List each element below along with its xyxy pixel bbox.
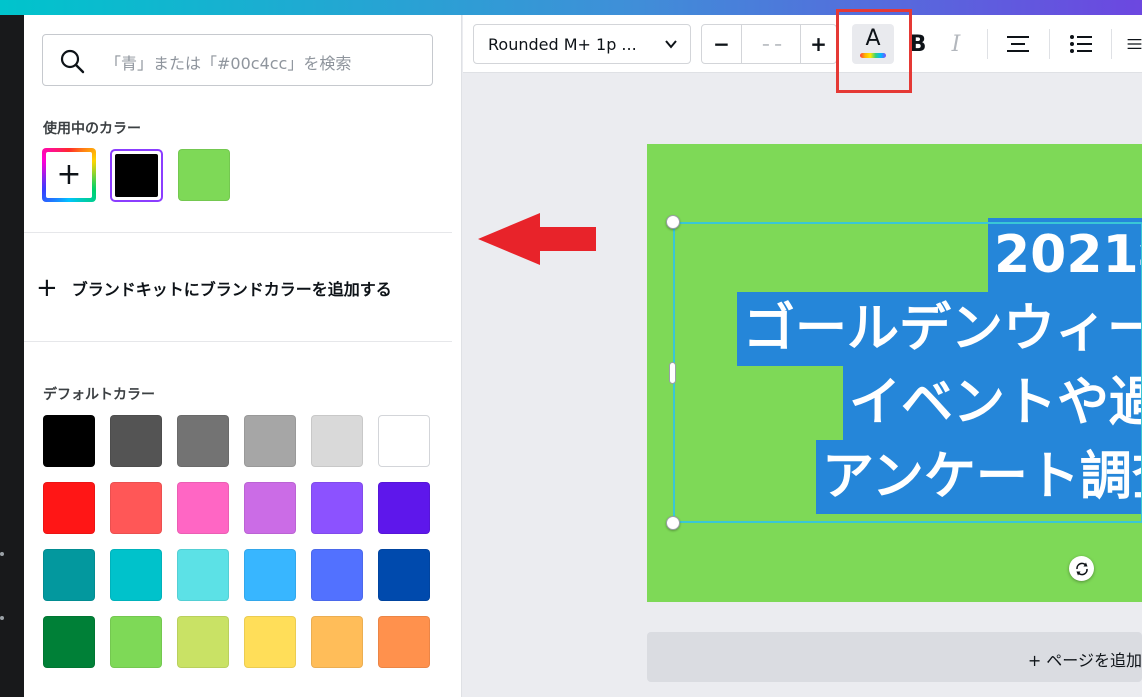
align-center-icon (1007, 36, 1029, 52)
bullet-list-icon (1070, 35, 1092, 53)
divider (24, 341, 452, 342)
rotate-icon (1075, 562, 1088, 575)
divider (24, 232, 452, 233)
add-color-button[interactable]: + (42, 148, 96, 202)
default-color-swatch[interactable] (177, 616, 229, 668)
plus-icon: + (46, 152, 92, 198)
add-brand-color-button[interactable]: + ブランドキットにブランドカラーを追加する (36, 273, 392, 303)
default-colors-label: デフォルトカラー (43, 387, 155, 403)
resize-handle-top-left[interactable] (666, 215, 680, 229)
left-nav-strip (0, 15, 24, 697)
nav-indicator (0, 552, 4, 556)
resize-handle-bottom-left[interactable] (666, 516, 680, 530)
default-color-swatch[interactable] (311, 415, 363, 467)
text-color-callout-box (836, 9, 912, 93)
text-toolbar: Rounded M+ 1p ... − – – + A B I (463, 15, 1142, 73)
in-use-colors-label: 使用中のカラー (43, 121, 141, 137)
more-options-button[interactable] (1127, 24, 1142, 64)
default-color-swatch[interactable] (110, 616, 162, 668)
font-size-value[interactable]: – – (742, 25, 802, 63)
font-name: Rounded M+ 1p ... (488, 35, 637, 54)
chevron-down-icon (665, 40, 677, 49)
increase-size-button[interactable]: + (800, 25, 836, 63)
default-color-swatch[interactable] (43, 616, 95, 668)
color-panel: 「青」または「#00c4cc」を検索 使用中のカラー + + ブランドキットにブ… (24, 15, 462, 697)
color-search-input[interactable]: 「青」または「#00c4cc」を検索 (42, 34, 433, 86)
default-color-swatch[interactable] (378, 482, 430, 534)
default-color-swatch[interactable] (177, 549, 229, 601)
top-gradient-bar (0, 0, 1142, 15)
default-color-swatch[interactable] (177, 415, 229, 467)
italic-button[interactable]: I (941, 24, 971, 64)
font-size-stepper: − – – + (701, 24, 837, 64)
text-selection-box[interactable] (673, 222, 1142, 523)
default-color-swatch[interactable] (110, 482, 162, 534)
add-page-label: + ページを追加 (1027, 651, 1142, 670)
red-arrow-icon (478, 213, 596, 265)
separator (987, 29, 988, 59)
swatch-fill (115, 154, 158, 197)
default-color-swatch[interactable] (177, 482, 229, 534)
align-center-button[interactable] (1003, 24, 1033, 64)
add-brand-color-label: ブランドキットにブランドカラーを追加する (71, 280, 392, 299)
search-icon (60, 49, 85, 74)
default-color-swatch[interactable] (311, 482, 363, 534)
default-color-swatch[interactable] (43, 482, 95, 534)
default-color-swatch[interactable] (244, 415, 296, 467)
add-page-button[interactable]: + ページを追加 (647, 632, 1142, 682)
separator (1111, 29, 1112, 59)
list-icon (1127, 39, 1142, 49)
default-color-swatch[interactable] (378, 549, 430, 601)
search-placeholder: 「青」または「#00c4cc」を検索 (105, 54, 352, 73)
default-color-swatch[interactable] (43, 415, 95, 467)
default-color-swatch[interactable] (311, 616, 363, 668)
default-color-swatch[interactable] (244, 549, 296, 601)
separator (1049, 29, 1050, 59)
nav-indicator (0, 616, 4, 620)
default-color-swatch[interactable] (244, 616, 296, 668)
default-color-swatch[interactable] (43, 549, 95, 601)
default-color-swatch[interactable] (244, 482, 296, 534)
default-color-swatch[interactable] (378, 616, 430, 668)
rotate-button[interactable] (1069, 556, 1094, 581)
in-use-swatch-black[interactable] (110, 149, 163, 202)
font-family-dropdown[interactable]: Rounded M+ 1p ... (473, 24, 691, 64)
plus-icon: + (36, 273, 58, 303)
default-color-swatch[interactable] (110, 549, 162, 601)
default-color-swatch[interactable] (110, 415, 162, 467)
decrease-size-button[interactable]: − (702, 25, 742, 63)
default-color-swatch[interactable] (311, 549, 363, 601)
bullet-list-button[interactable] (1066, 24, 1096, 64)
resize-handle-left[interactable] (669, 362, 676, 384)
default-color-swatch[interactable] (378, 415, 430, 467)
in-use-swatch-green[interactable] (178, 149, 230, 201)
